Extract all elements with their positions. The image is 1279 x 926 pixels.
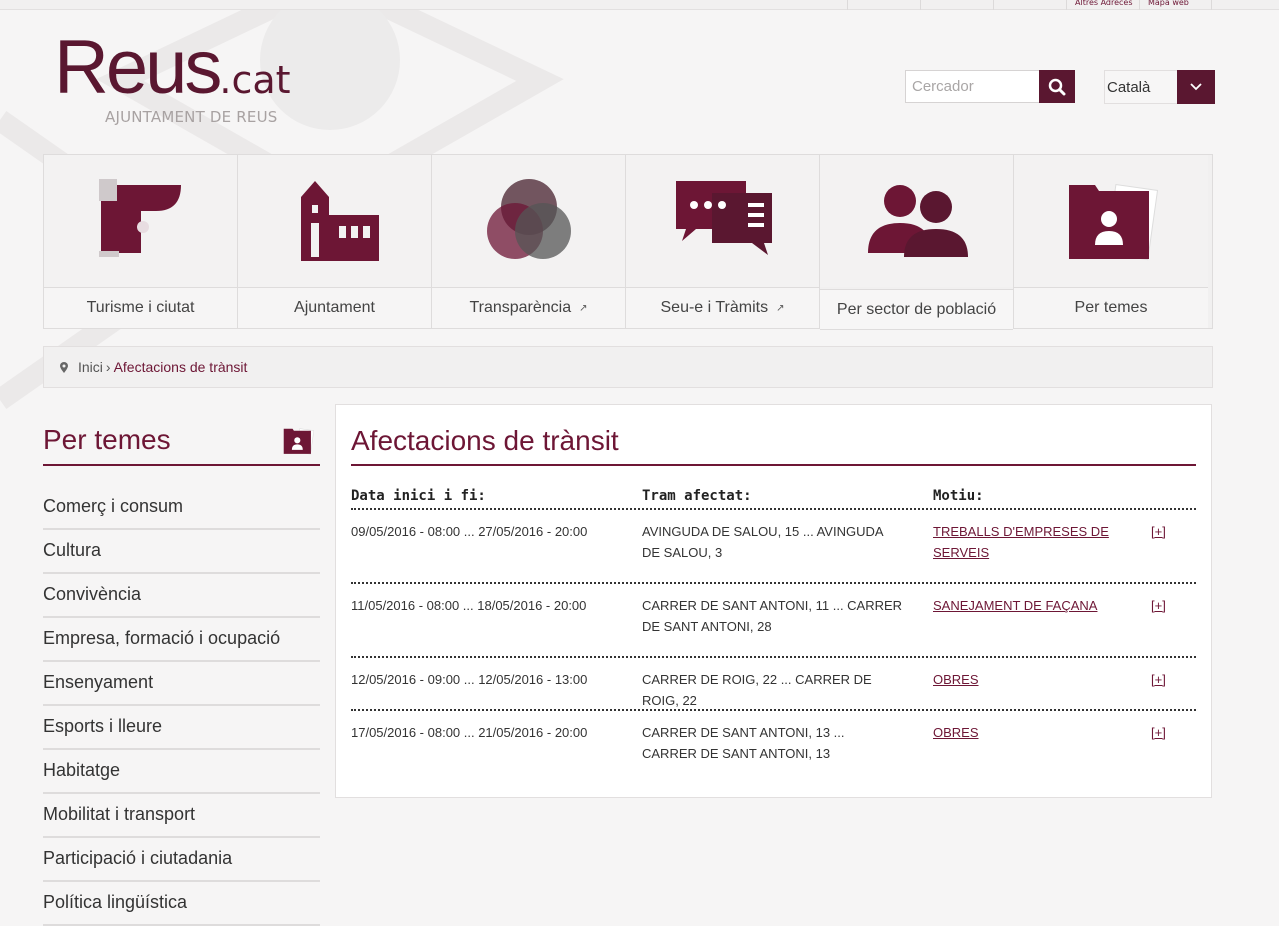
top-utility-bar: Altres Adreces Mapa web bbox=[0, 0, 1279, 10]
table-row: 11/05/2016 - 08:00 ... 18/05/2016 - 20:0… bbox=[351, 584, 1196, 658]
language-select[interactable]: Català bbox=[1104, 70, 1215, 104]
sidebar-item[interactable]: Comerç i consum bbox=[43, 486, 320, 530]
people-icon bbox=[867, 185, 968, 257]
sidebar-item[interactable]: Empresa, formació i ocupació bbox=[43, 618, 320, 662]
nav-item-city-hall[interactable]: Ajuntament bbox=[238, 155, 432, 328]
search-input[interactable] bbox=[905, 70, 1040, 103]
topbar-slot bbox=[847, 0, 920, 10]
sidebar-title: Per temes bbox=[43, 424, 171, 455]
topbar-link-other-addresses[interactable]: Altres Adreces bbox=[1066, 0, 1139, 10]
sidebar-item[interactable]: Política lingüística bbox=[43, 882, 320, 926]
column-header-more bbox=[1151, 488, 1196, 508]
cell-reason: TREBALLS D'EMPRESES DE SERVEIS bbox=[933, 521, 1151, 582]
nav-item-e-office[interactable]: Seu-e i Tràmits ↗ bbox=[626, 155, 820, 328]
search-button[interactable] bbox=[1039, 70, 1075, 103]
cell-date: 12/05/2016 - 09:00 ... 12/05/2016 - 13:0… bbox=[351, 672, 588, 687]
search-box bbox=[905, 70, 1075, 103]
table-row: 17/05/2016 - 08:00 ... 21/05/2016 - 20:0… bbox=[351, 711, 1196, 785]
topbar-link-sitemap[interactable]: Mapa web bbox=[1139, 0, 1212, 10]
nav-label: Ajuntament bbox=[294, 299, 375, 316]
sidebar-item[interactable]: Participació i ciutadania bbox=[43, 838, 320, 882]
table-row: 12/05/2016 - 09:00 ... 12/05/2016 - 13:0… bbox=[351, 658, 1196, 711]
breadcrumb-current: Afectacions de trànsit bbox=[113, 359, 248, 375]
column-header-date: Data inici i fi: bbox=[351, 488, 486, 504]
cell-more: [+] bbox=[1151, 521, 1196, 582]
cell-reason: OBRES bbox=[933, 722, 1151, 785]
reason-link[interactable]: TREBALLS D'EMPRESES DE SERVEIS bbox=[933, 524, 1109, 560]
location-pin-icon bbox=[60, 361, 68, 373]
cell-more: [+] bbox=[1151, 595, 1196, 656]
cell-reason: OBRES bbox=[933, 669, 1151, 709]
sidebar-item[interactable]: Ensenyament bbox=[43, 662, 320, 706]
column-header-section: Tram afectat: bbox=[642, 488, 752, 504]
sidebar: Per temes Comerç i consum Cultura Convivèn… bbox=[43, 420, 320, 926]
nav-item-population[interactable]: Per sector de població bbox=[820, 155, 1014, 330]
folder-user-icon bbox=[283, 428, 315, 455]
cell-section: CARRER DE ROIG, 22 ... CARRER DE ROIG, 2… bbox=[642, 672, 872, 708]
sidebar-list: Comerç i consum Cultura Convivència Empresa… bbox=[43, 486, 320, 926]
external-link-icon: ↗ bbox=[776, 302, 785, 314]
page-title: Afectacions de trànsit bbox=[351, 425, 1196, 466]
language-value: Català bbox=[1107, 79, 1151, 96]
cell-date: 09/05/2016 - 08:00 ... 27/05/2016 - 20:0… bbox=[351, 524, 588, 539]
cell-more: [+] bbox=[1151, 722, 1196, 785]
cell-date: 17/05/2016 - 08:00 ... 21/05/2016 - 20:0… bbox=[351, 725, 588, 740]
reason-link[interactable]: SANEJAMENT DE FAÇANA bbox=[933, 598, 1097, 613]
cell-date: 11/05/2016 - 08:00 ... 18/05/2016 - 20:0… bbox=[351, 598, 587, 613]
logo-main: Reus bbox=[54, 25, 222, 110]
nav-label: Turisme i ciutat bbox=[86, 299, 195, 316]
sidebar-item[interactable]: Esports i lleure bbox=[43, 706, 320, 750]
cell-section: CARRER DE SANT ANTONI, 13 ... CARRER DE … bbox=[642, 725, 845, 761]
external-link-icon: ↗ bbox=[579, 302, 588, 314]
cell-section: CARRER DE SANT ANTONI, 11 ... CARRER DE … bbox=[642, 598, 903, 634]
nav-label: Transparència bbox=[469, 299, 572, 316]
nav-item-transparency[interactable]: Transparència ↗ bbox=[432, 155, 626, 328]
folder-user-icon bbox=[1069, 183, 1159, 261]
nav-item-topics[interactable]: Per temes bbox=[1014, 155, 1208, 328]
topbar-slot bbox=[993, 0, 1066, 10]
logo-subtitle: AJUNTAMENT DE REUS bbox=[105, 108, 278, 126]
search-icon bbox=[1048, 78, 1066, 95]
sidebar-item[interactable]: Habitatge bbox=[43, 750, 320, 794]
table-row: 09/05/2016 - 08:00 ... 27/05/2016 - 20:0… bbox=[351, 510, 1196, 584]
nav-item-tourism[interactable]: Turisme i ciutat bbox=[44, 155, 238, 328]
column-header-reason: Motiu: bbox=[933, 488, 984, 504]
chevron-down-icon bbox=[1190, 83, 1202, 91]
tourism-icon bbox=[98, 179, 181, 257]
nav-label: Per sector de població bbox=[836, 300, 997, 318]
table-header: Data inici i fi: Tram afectat: Motiu: bbox=[351, 488, 1196, 510]
sidebar-item[interactable]: Convivència bbox=[43, 574, 320, 618]
city-hall-icon bbox=[300, 181, 379, 261]
language-dropdown-button[interactable] bbox=[1177, 70, 1215, 104]
cell-section: AVINGUDA DE SALOU, 15 ... AVINGUDA DE SA… bbox=[642, 524, 883, 560]
breadcrumb-home[interactable]: Inici bbox=[78, 359, 103, 375]
reason-link[interactable]: OBRES bbox=[933, 725, 979, 740]
breadcrumb-separator: › bbox=[105, 359, 111, 375]
more-details-link[interactable]: [+] bbox=[1151, 672, 1166, 687]
breadcrumb: Inici › Afectacions de trànsit bbox=[43, 346, 1213, 388]
main-nav: Turisme i ciutat Ajuntament Transparènci… bbox=[43, 154, 1213, 330]
cell-reason: SANEJAMENT DE FAÇANA bbox=[933, 595, 1151, 656]
nav-label: Per temes bbox=[1074, 299, 1148, 316]
reason-link[interactable]: OBRES bbox=[933, 672, 979, 687]
more-details-link[interactable]: [+] bbox=[1151, 598, 1166, 613]
transparency-icon bbox=[486, 179, 571, 259]
topbar-slot bbox=[920, 0, 993, 10]
sidebar-item[interactable]: Cultura bbox=[43, 530, 320, 574]
sidebar-item[interactable]: Mobilitat i transport bbox=[43, 794, 320, 838]
chat-bubbles-icon bbox=[675, 181, 772, 255]
sidebar-header: Per temes bbox=[43, 420, 320, 466]
cell-more: [+] bbox=[1151, 669, 1196, 709]
table-body: 09/05/2016 - 08:00 ... 27/05/2016 - 20:0… bbox=[351, 510, 1196, 785]
more-details-link[interactable]: [+] bbox=[1151, 524, 1166, 539]
logo-suffix: .cat bbox=[219, 58, 291, 102]
nav-label: Seu-e i Tràmits bbox=[660, 299, 769, 316]
main-content: Afectacions de trànsit Data inici i fi: … bbox=[335, 404, 1212, 798]
site-logo[interactable]: Reus.cat AJUNTAMENT DE REUS bbox=[54, 30, 291, 127]
more-details-link[interactable]: [+] bbox=[1151, 725, 1166, 740]
